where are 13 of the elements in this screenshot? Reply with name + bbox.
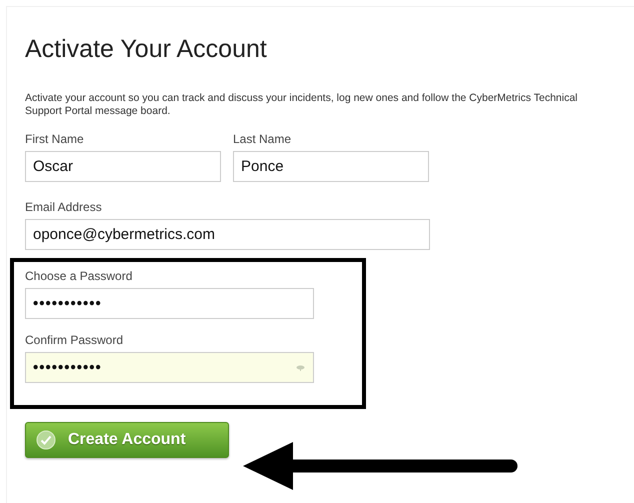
text-field[interactable]: Oscar bbox=[25, 151, 221, 182]
text-field[interactable]: Ponce bbox=[233, 151, 429, 182]
check-icon bbox=[36, 430, 56, 450]
page-title: Activate Your Account bbox=[25, 35, 267, 64]
field-label: First Name bbox=[25, 132, 85, 146]
field-label: Last Name bbox=[233, 132, 292, 146]
email-field[interactable]: oponce@cybermetrics.com bbox=[25, 219, 430, 250]
description-text: Activate your account so you can track and discuss your incidents, log new ones and follow the CyberMetrics Technical Support Portal message board. bbox=[25, 92, 579, 118]
field-label: Confirm Password bbox=[25, 333, 124, 347]
password-field[interactable]: ••••••••••• bbox=[25, 352, 314, 383]
field-label: Choose a Password bbox=[25, 269, 134, 283]
password-field[interactable]: ••••••••••• bbox=[25, 288, 314, 319]
field-label: Email Address bbox=[25, 200, 103, 214]
